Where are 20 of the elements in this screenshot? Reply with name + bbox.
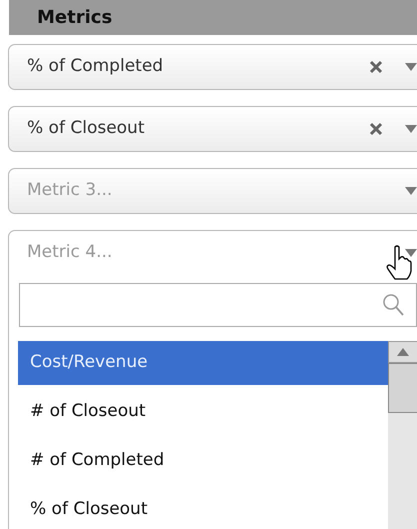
scrollbar[interactable] [388, 341, 417, 529]
select-placeholder: Metric 3... [27, 179, 114, 202]
select-placeholder: Metric 4... [27, 241, 114, 264]
dropdown-option[interactable]: Cost/Revenue [18, 341, 388, 385]
metric-select[interactable]: % of Completed [8, 44, 417, 90]
caret-icon[interactable] [405, 187, 417, 195]
select-value: % of Closeout [27, 117, 146, 140]
metric-select[interactable]: % of Closeout [8, 106, 417, 152]
clear-icon[interactable] [369, 60, 383, 74]
select-value: % of Completed [27, 55, 164, 78]
section-header: Metrics [9, 0, 417, 35]
clear-icon[interactable] [369, 122, 383, 136]
caret-icon[interactable] [405, 125, 417, 133]
hand-cursor-icon [385, 245, 413, 281]
search-field[interactable] [19, 283, 417, 327]
metric-select[interactable]: Metric 4... Cost/Revenue # of Closeout # of Completed % of Closeout [8, 230, 417, 529]
caret-icon[interactable] [405, 249, 417, 257]
caret-icon[interactable] [405, 63, 417, 71]
caret-icon[interactable] [397, 348, 409, 356]
search-icon [382, 293, 404, 317]
